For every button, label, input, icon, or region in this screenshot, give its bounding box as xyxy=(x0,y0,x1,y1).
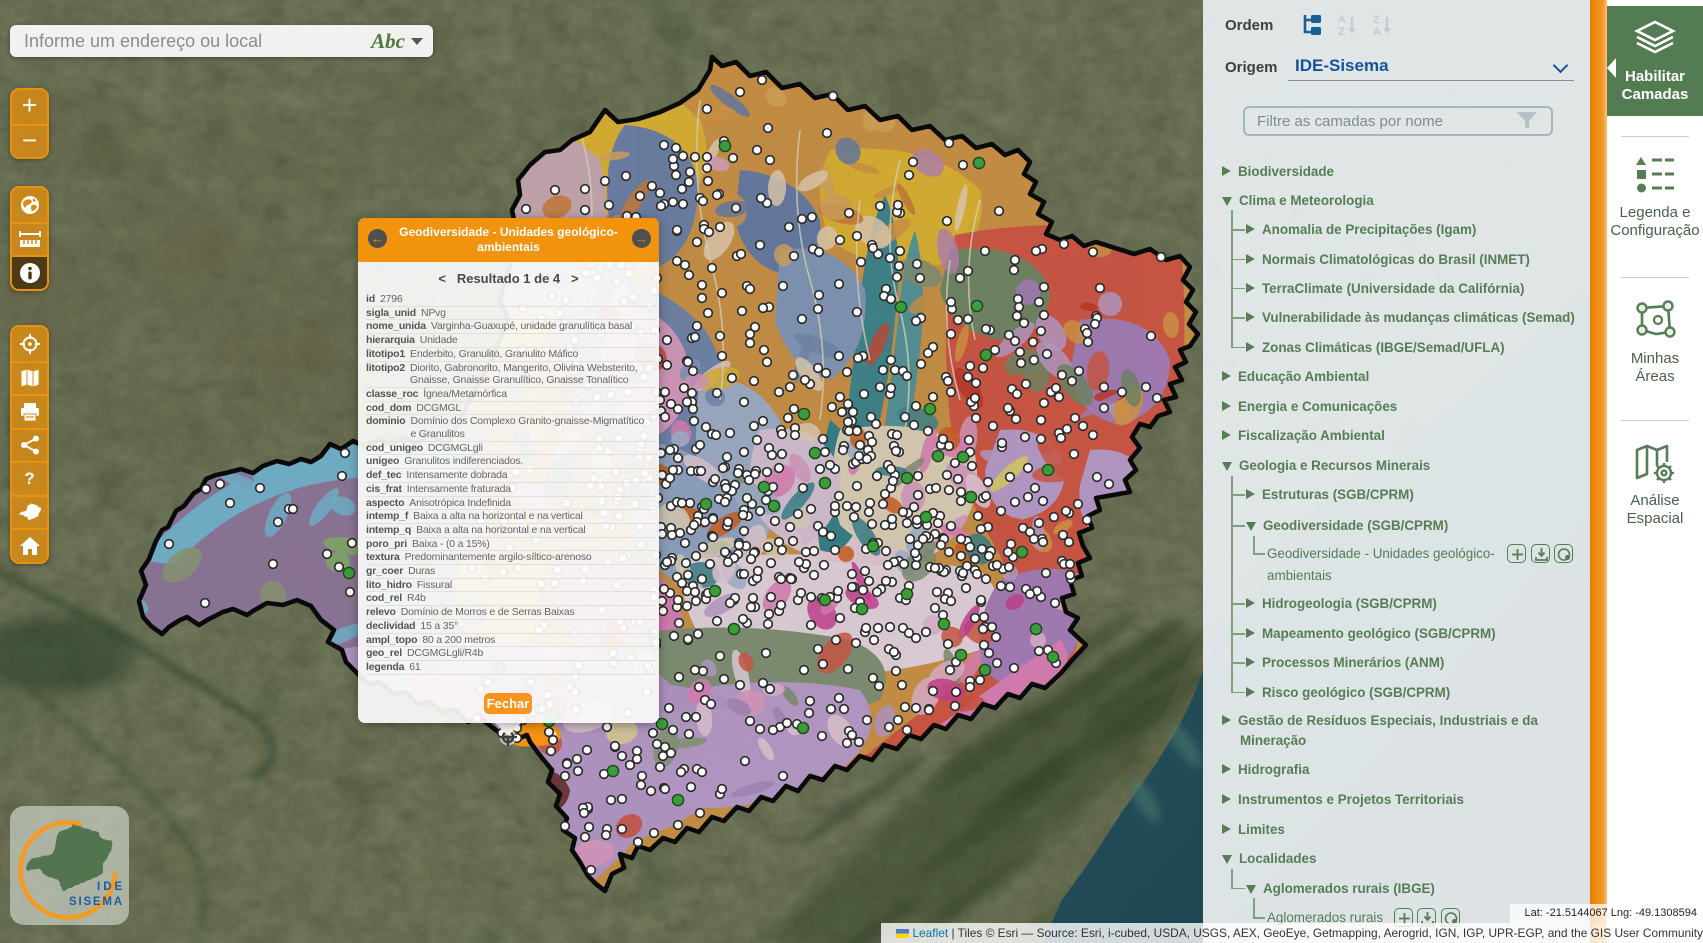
svg-text:Z: Z xyxy=(1373,14,1380,26)
svg-text:A: A xyxy=(1373,26,1381,37)
svg-text:Z: Z xyxy=(1338,26,1345,37)
svg-text:A: A xyxy=(1338,14,1346,26)
